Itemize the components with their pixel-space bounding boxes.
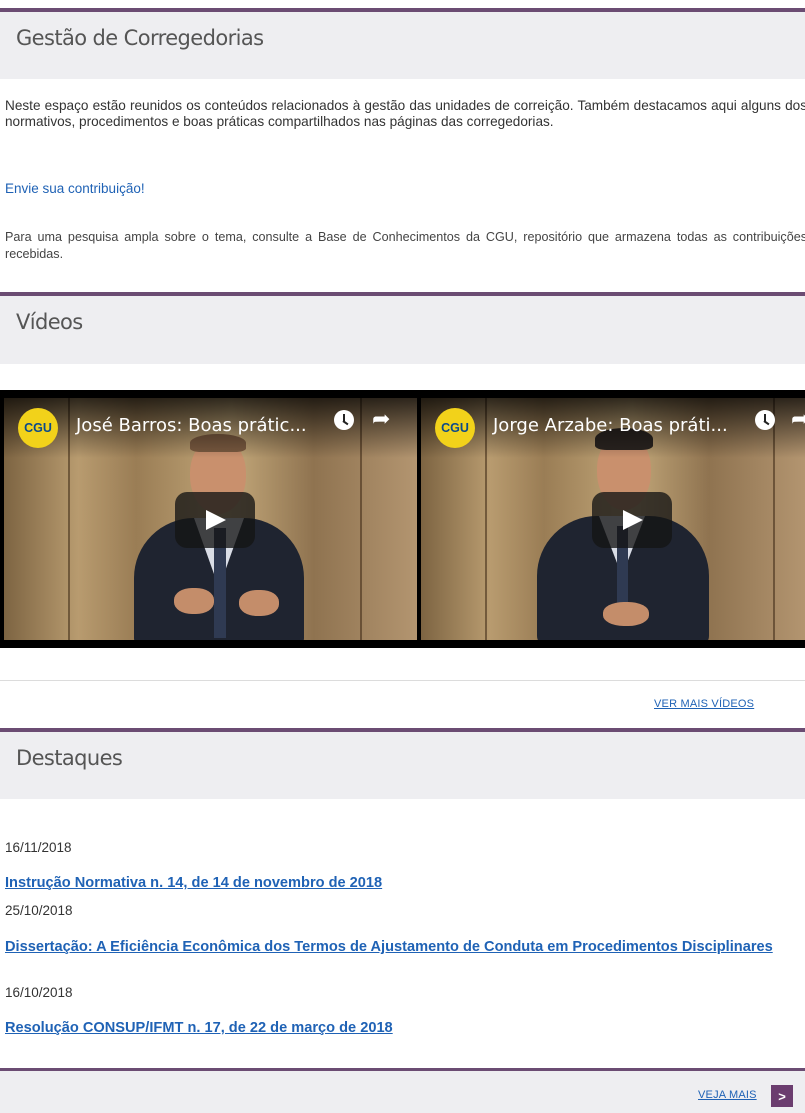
- cgu-logo: CGU: [435, 408, 475, 448]
- highlight-date: 16/11/2018: [5, 840, 72, 855]
- intro-paragraph: Neste espaço estão reunidos os conteúdos…: [5, 98, 805, 129]
- page-title: Gestão de Corregedorias: [16, 26, 264, 50]
- video-carousel: CGU José Barros: Boas prátic... ➦ CGU Jo…: [0, 390, 805, 648]
- clock-icon[interactable]: [334, 410, 354, 430]
- highlights-footer: VEJA MAIS >: [0, 1068, 805, 1113]
- contribute-link[interactable]: Envie sua contribuição!: [5, 181, 145, 196]
- section-header-gestao: Gestão de Corregedorias: [0, 8, 805, 79]
- highlight-date: 25/10/2018: [5, 903, 73, 918]
- video-card[interactable]: CGU José Barros: Boas prátic... ➦: [4, 398, 417, 640]
- share-icon[interactable]: ➦: [372, 408, 390, 430]
- play-icon[interactable]: [175, 492, 255, 548]
- more-videos-link[interactable]: VER MAIS VÍDEOS: [654, 698, 754, 710]
- clock-icon[interactable]: [755, 410, 775, 430]
- arrow-right-icon[interactable]: >: [771, 1085, 793, 1107]
- section-header-videos: Vídeos: [0, 292, 805, 364]
- video-title[interactable]: Jorge Arzabe: Boas práti...: [493, 415, 728, 436]
- highlight-link[interactable]: Resolução CONSUP/IFMT n. 17, de 22 de ma…: [5, 1020, 805, 1036]
- highlight-date: 16/10/2018: [5, 985, 73, 1000]
- share-icon[interactable]: ➦: [791, 408, 805, 430]
- video-title[interactable]: José Barros: Boas prátic...: [76, 415, 307, 436]
- cgu-logo: CGU: [18, 408, 58, 448]
- highlight-link[interactable]: Dissertação: A Eficiência Econômica dos …: [5, 939, 805, 955]
- highlight-link[interactable]: Instrução Normativa n. 14, de 14 de nove…: [5, 875, 805, 891]
- divider: [0, 680, 805, 681]
- knowledge-base-text: Para uma pesquisa ampla sobre o tema, co…: [5, 230, 805, 261]
- play-icon[interactable]: [592, 492, 672, 548]
- section-header-destaques: Destaques: [0, 728, 805, 799]
- highlights-section-title: Destaques: [16, 746, 123, 770]
- videos-section-title: Vídeos: [16, 310, 83, 334]
- video-card[interactable]: CGU Jorge Arzabe: Boas práti... ➦: [421, 398, 805, 640]
- more-highlights-link[interactable]: VEJA MAIS: [698, 1089, 757, 1101]
